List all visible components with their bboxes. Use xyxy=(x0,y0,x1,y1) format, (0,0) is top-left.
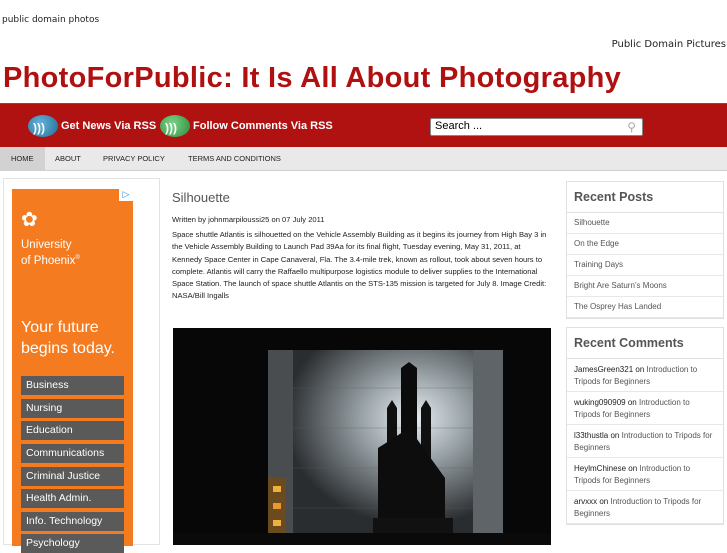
advertisement[interactable]: ▷ ✿ University of Phoenix® Your future be… xyxy=(12,189,133,553)
top-link-public-domain-pictures[interactable]: Public Domain Pictures xyxy=(612,39,726,50)
recent-post-link[interactable]: Bright Are Saturn’s Moons xyxy=(567,276,723,297)
comment-author[interactable]: HeylmChinese xyxy=(574,464,626,473)
recent-posts-widget: Recent Posts Silhouette On the Edge Trai… xyxy=(566,181,724,319)
adchoices-icon[interactable]: ▷ xyxy=(119,189,133,201)
ad-tagline: Your future begins today. xyxy=(21,319,115,357)
nav-privacy-policy[interactable]: PRIVACY POLICY xyxy=(92,147,176,171)
recent-comments-widget: Recent Comments JamesGreen321 on Introdu… xyxy=(566,327,724,525)
nav-terms[interactable]: TERMS AND CONDITIONS xyxy=(177,147,292,171)
nav-about[interactable]: ABOUT xyxy=(44,147,92,171)
comment-author[interactable]: arvxxx xyxy=(574,497,597,506)
ad-button-business[interactable]: Business xyxy=(21,376,124,395)
rss-comments-label: Follow Comments Via RSS xyxy=(193,120,333,132)
recent-comments-title: Recent Comments xyxy=(567,328,723,359)
comment-author[interactable]: JamesGreen321 xyxy=(574,365,633,374)
recent-post-link[interactable]: The Osprey Has Landed xyxy=(567,297,723,318)
ad-button-info-technology[interactable]: Info. Technology xyxy=(21,512,124,531)
ad-button-criminal-justice[interactable]: Criminal Justice xyxy=(21,467,124,486)
ad-button-health-admin[interactable]: Health Admin. xyxy=(21,489,124,508)
ad-button-communications[interactable]: Communications xyxy=(21,444,124,463)
recent-posts-title: Recent Posts xyxy=(567,182,723,213)
recent-comment: JamesGreen321 on Introduction to Tripods… xyxy=(567,359,723,392)
recent-post-link[interactable]: On the Edge xyxy=(567,234,723,255)
recent-post-link[interactable]: Silhouette xyxy=(567,213,723,234)
post: Silhouette Written by johnmarpiloussi25 … xyxy=(172,190,552,303)
search-icon[interactable]: ⚲ xyxy=(627,120,636,134)
post-image[interactable] xyxy=(173,328,551,545)
rss-news-link[interactable]: ))) Get News Via RSS xyxy=(28,113,156,139)
header-bar: ))) Get News Via RSS ))) Follow Comments… xyxy=(0,103,727,147)
tagline: public domain photos xyxy=(2,15,100,25)
rss-comments-link[interactable]: ))) Follow Comments Via RSS xyxy=(160,113,333,139)
comment-author[interactable]: l33thustla xyxy=(574,431,608,440)
rss-icon: ))) xyxy=(28,115,58,137)
recent-comment: HeylmChinese on Introduction to Tripods … xyxy=(567,458,723,491)
rss-news-label: Get News Via RSS xyxy=(61,120,157,132)
search-placeholder: Search ... xyxy=(435,120,483,132)
phoenix-logo-icon: ✿ xyxy=(21,207,38,231)
comment-author[interactable]: wuking090909 xyxy=(574,398,626,407)
site-title[interactable]: PhotoForPublic: It Is All About Photogra… xyxy=(3,62,621,95)
rss-icon: ))) xyxy=(160,115,190,137)
ad-button-psychology[interactable]: Psychology xyxy=(21,534,124,553)
ad-university-name: University of Phoenix® xyxy=(21,239,80,267)
recent-comment: l33thustla on Introduction to Tripods fo… xyxy=(567,425,723,458)
post-body: Space shuttle Atlantis is silhouetted on… xyxy=(172,230,547,301)
recent-post-link[interactable]: Training Days xyxy=(567,255,723,276)
left-sidebar: ▷ ✿ University of Phoenix® Your future be… xyxy=(3,178,160,553)
right-sidebar: Recent Posts Silhouette On the Edge Trai… xyxy=(566,181,724,525)
post-meta: Written by johnmarpiloussi25 on 07 July … xyxy=(172,215,325,224)
shuttle-silhouette-photo xyxy=(173,328,551,545)
main-nav: HOME ABOUT PRIVACY POLICY TERMS AND COND… xyxy=(0,147,727,171)
search-input[interactable]: Search ... ⚲ xyxy=(430,118,643,136)
post-title[interactable]: Silhouette xyxy=(172,190,552,205)
ad-button-nursing[interactable]: Nursing xyxy=(21,399,124,418)
ad-button-education[interactable]: Education xyxy=(21,421,124,440)
recent-comment: arvxxx on Introduction to Tripods for Be… xyxy=(567,491,723,524)
recent-comment: wuking090909 on Introduction to Tripods … xyxy=(567,392,723,425)
nav-home[interactable]: HOME xyxy=(0,147,45,171)
